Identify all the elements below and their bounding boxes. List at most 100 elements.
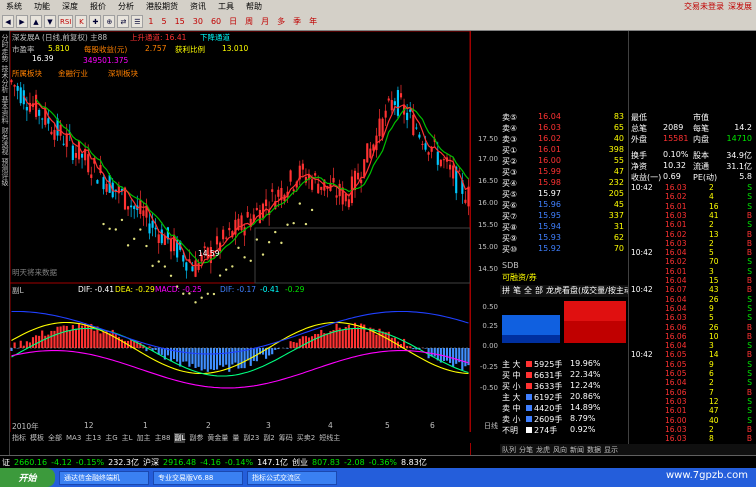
tab-finance[interactable]: 财务透视 bbox=[0, 127, 10, 155]
tick-volume: 9 bbox=[709, 359, 714, 369]
back-icon[interactable]: ◀ bbox=[2, 15, 14, 28]
low-price-label: 14.59 bbox=[198, 249, 220, 258]
buy-level-10[interactable]: 买⑩ 15.92 70 bbox=[500, 244, 628, 256]
indicator-tab-4[interactable]: 主13 bbox=[85, 433, 101, 443]
menu-analysis[interactable]: 分析 bbox=[112, 1, 140, 12]
menu-tools[interactable]: 工具 bbox=[212, 1, 240, 12]
indicator-tab-16[interactable]: 买卖2 bbox=[297, 433, 315, 443]
quote-tab-3[interactable]: 部 bbox=[535, 285, 543, 296]
task-tdx-terminal[interactable]: 通达信金融终端机 bbox=[59, 470, 149, 485]
right-tab-4[interactable]: 新闻 bbox=[570, 445, 584, 455]
up-icon[interactable]: ▲ bbox=[30, 15, 42, 28]
period-multi[interactable]: 多 bbox=[274, 16, 288, 27]
quote-tab-1[interactable]: 笔 bbox=[513, 285, 521, 296]
period-week[interactable]: 周 bbox=[242, 16, 256, 27]
indicator-tab-12[interactable]: 量 bbox=[232, 433, 239, 443]
candle-body bbox=[458, 170, 461, 172]
task-formula-forum[interactable]: 指标公式交流区 bbox=[247, 470, 337, 485]
indicator-tab-10[interactable]: 副参 bbox=[189, 433, 203, 443]
right-tab-6[interactable]: 显示 bbox=[604, 445, 618, 455]
menu-depth[interactable]: 深度 bbox=[56, 1, 84, 12]
menu-help[interactable]: 帮助 bbox=[240, 1, 268, 12]
quote-tab-2[interactable]: 全 bbox=[524, 285, 532, 296]
indicator-tab-2[interactable]: 全部 bbox=[48, 433, 62, 443]
menu-function[interactable]: 功能 bbox=[28, 1, 56, 12]
period-month[interactable]: 月 bbox=[258, 16, 272, 27]
candle-body bbox=[310, 179, 314, 190]
rsi-button[interactable]: RSI bbox=[58, 15, 74, 28]
period-year[interactable]: 年 bbox=[306, 16, 320, 27]
trade-login-status[interactable]: 交易未登录 bbox=[684, 1, 724, 12]
quote-tab-4[interactable]: 龙虎看盘(成交量/按主动) bbox=[546, 285, 635, 296]
period-60[interactable]: 60 bbox=[208, 17, 224, 26]
tick-side: S bbox=[747, 406, 752, 416]
kline-chart-area[interactable]: 深发展A (日线,前复权) 主88 上升通道: 16.41 下降通道 市盈率 5… bbox=[9, 30, 471, 459]
indicator-tab-8[interactable]: 主88 bbox=[155, 433, 171, 443]
menu-system[interactable]: 系统 bbox=[0, 1, 28, 12]
period-day[interactable]: 日 bbox=[226, 16, 240, 27]
indicator-tab-13[interactable]: 副23 bbox=[243, 433, 259, 443]
indicator-tab-17[interactable]: 短线主 bbox=[319, 433, 340, 443]
period-5[interactable]: 5 bbox=[158, 17, 169, 26]
indicator-tab-6[interactable]: 主L bbox=[122, 433, 133, 443]
right-tab-3[interactable]: 风向 bbox=[553, 445, 567, 455]
left-function-strip: 分时走势 技术分析 基本资料 财务透视 预测评级 bbox=[0, 31, 10, 459]
period-15[interactable]: 15 bbox=[172, 17, 188, 26]
month-3: 3 bbox=[266, 421, 271, 430]
support-dot bbox=[194, 301, 197, 304]
tick-price: 16.04 bbox=[665, 378, 687, 388]
switch-icon[interactable]: ⇄ bbox=[117, 15, 130, 28]
period-quarter[interactable]: 季 bbox=[290, 16, 304, 27]
tab-basic-info[interactable]: 基本资料 bbox=[0, 96, 10, 124]
forward-icon[interactable]: ▶ bbox=[16, 15, 28, 28]
flow-label-1: 买 中 bbox=[502, 371, 521, 380]
indicator-tab-9[interactable]: 副L bbox=[174, 432, 186, 443]
right-tab-5[interactable]: 数据 bbox=[587, 445, 601, 455]
menu-news[interactable]: 资讯 bbox=[184, 1, 212, 12]
right-tab-0[interactable]: 队列 bbox=[502, 445, 516, 455]
margin-label[interactable]: 可融资/券 bbox=[500, 272, 628, 284]
indicator-tab-1[interactable]: 模板 bbox=[30, 433, 44, 443]
tick-volume: 15 bbox=[709, 276, 719, 285]
indicator-tab-14[interactable]: 副2 bbox=[263, 433, 274, 443]
kline-button[interactable]: K bbox=[75, 15, 88, 28]
flow-volume-5: 2609手 bbox=[534, 415, 563, 424]
axis-15-50: 15.50 bbox=[477, 221, 498, 229]
indicator-tab-11[interactable]: 黄金量 bbox=[207, 433, 228, 443]
task-trade-pro[interactable]: 专业交易版V6.88 bbox=[153, 470, 243, 485]
indicator-tab-0[interactable]: 指标 bbox=[12, 433, 26, 443]
up-channel-label: 上升通道: 16.41 bbox=[130, 33, 187, 42]
menu-hk-futures[interactable]: 港股期货 bbox=[140, 1, 184, 12]
tab-forecast[interactable]: 预测评级 bbox=[0, 158, 10, 186]
menu-quote[interactable]: 报价 bbox=[84, 1, 112, 12]
support-dot bbox=[212, 292, 216, 296]
indicator-tab-7[interactable]: 加主 bbox=[137, 433, 151, 443]
right-tab-1[interactable]: 分笔 bbox=[519, 445, 533, 455]
down-icon[interactable]: ▼ bbox=[44, 15, 56, 28]
right-bottom-tabs: 队列 分笔 龙虎 风向 新闻 数据 显示 bbox=[500, 444, 756, 455]
period-1[interactable]: 1 bbox=[145, 17, 156, 26]
support-dot bbox=[102, 222, 105, 226]
indicator-tab-15[interactable]: 筹码 bbox=[279, 433, 293, 443]
zoom-icon[interactable]: ⊕ bbox=[103, 15, 116, 28]
period-30[interactable]: 30 bbox=[190, 17, 206, 26]
flow-label-6: 不明 bbox=[502, 426, 518, 435]
start-button[interactable]: 开始 bbox=[0, 468, 55, 487]
indicator-tab-3[interactable]: MA3 bbox=[66, 434, 81, 442]
tick-price: 16.01 bbox=[665, 406, 687, 416]
buy-level-5-price: 15.97 bbox=[538, 189, 561, 198]
tick-volume: 5 bbox=[709, 313, 714, 323]
tab-intraday[interactable]: 分时走势 bbox=[0, 34, 10, 62]
tab-technical[interactable]: 技术分析 bbox=[0, 65, 10, 93]
quote-tab-0[interactable]: 拼 bbox=[502, 285, 510, 296]
tick-volume: 13 bbox=[709, 229, 719, 239]
tick-side: S bbox=[747, 220, 752, 230]
list-icon[interactable]: ☰ bbox=[131, 15, 144, 28]
crosshair-icon[interactable]: ✚ bbox=[89, 15, 102, 28]
flow-pct-4: 14.89% bbox=[570, 403, 601, 412]
right-tab-2[interactable]: 龙虎 bbox=[536, 445, 550, 455]
indicator-tab-5[interactable]: 主G bbox=[105, 433, 117, 443]
kline-chart-svg[interactable] bbox=[9, 30, 471, 459]
candle-body bbox=[157, 234, 160, 243]
index-item-7: -4.16 bbox=[200, 457, 221, 467]
